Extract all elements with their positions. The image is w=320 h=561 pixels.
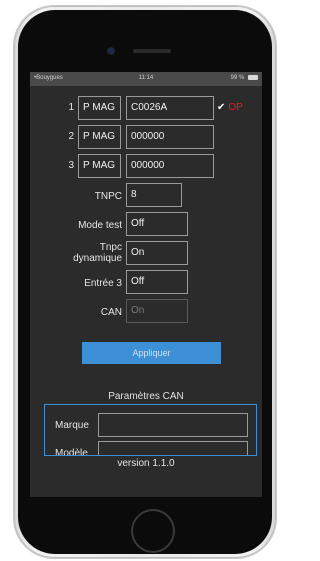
row-3-value-field[interactable]: 000000	[126, 154, 214, 178]
status-time: 11:14	[138, 75, 154, 81]
battery-status: 99 %	[231, 75, 258, 81]
tnpc-dynamique-label-line2: dynamique	[73, 253, 122, 264]
apply-button[interactable]: Appliquer	[82, 342, 221, 364]
tnpc-dynamique-label: Tnpc dynamique	[50, 242, 122, 264]
row-1-number: 1	[68, 102, 74, 113]
row-2-type-select[interactable]: P MAG	[78, 125, 121, 149]
tnpc-label: TNPC	[94, 191, 122, 202]
check-icon: ✔	[217, 102, 226, 113]
row-3-number: 3	[68, 160, 74, 171]
app-screen: •Bouygues 11:14 99 % 1 P MAG C0026A ✔ OP …	[30, 72, 262, 497]
entree3-label: Entrée 3	[84, 278, 122, 289]
marque-input[interactable]	[98, 413, 248, 437]
tnpc-field[interactable]: 8	[126, 183, 182, 207]
tnpc-dynamique-label-line1: Tnpc	[99, 242, 122, 253]
marque-label: Marque	[55, 420, 89, 431]
tnpc-dynamique-select[interactable]: On	[126, 241, 188, 265]
row-1-status: ✔ OP	[217, 102, 243, 113]
battery-percent: 99 %	[230, 75, 245, 82]
mode-test-select[interactable]: Off	[126, 212, 188, 236]
home-button[interactable]	[131, 509, 175, 553]
battery-icon	[248, 75, 258, 80]
modele-label: Modèle	[55, 448, 88, 456]
can-select: On	[126, 299, 188, 323]
status-bar: •Bouygues 11:14 99 %	[30, 72, 262, 86]
modele-input[interactable]	[98, 441, 248, 455]
front-camera	[108, 48, 114, 54]
earpiece-speaker	[133, 49, 171, 53]
version-label: version 1.1.0	[117, 458, 175, 469]
can-section-title: Paramètres CAN	[108, 391, 184, 402]
row-2-value-field[interactable]: 000000	[126, 125, 214, 149]
row-2-number: 2	[68, 131, 74, 142]
row-3-type-select[interactable]: P MAG	[78, 154, 121, 178]
can-label: CAN	[100, 307, 122, 318]
can-parameters-box: Marque Modèle	[44, 404, 257, 456]
entree3-select[interactable]: Off	[126, 270, 188, 294]
row-1-value-field[interactable]: C0026A	[126, 96, 214, 120]
row-1-status-text: OP	[228, 102, 243, 113]
row-1-type-select[interactable]: P MAG	[78, 96, 121, 120]
mode-test-label: Mode test	[78, 220, 122, 231]
